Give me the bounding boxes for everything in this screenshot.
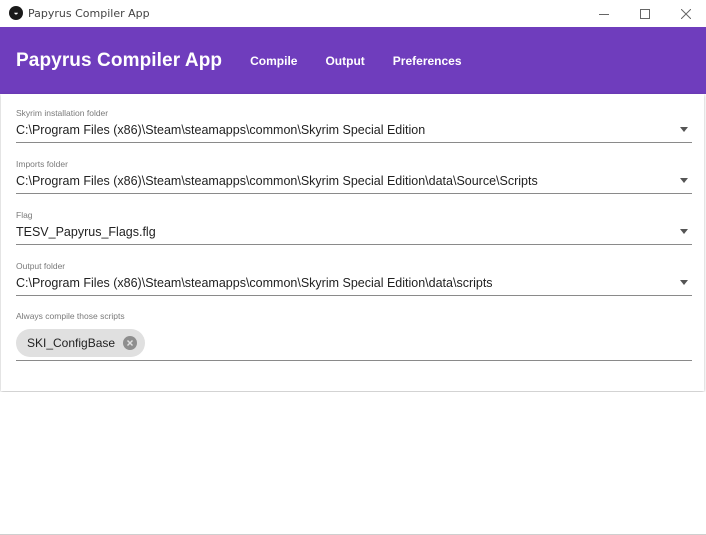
flag-select[interactable]: Flag TESV_Papyrus_Flags.flg	[16, 210, 692, 245]
imports-folder-label: Imports folder	[16, 159, 68, 169]
field-underline	[16, 244, 692, 245]
output-folder-label: Output folder	[16, 261, 66, 271]
nav-output[interactable]: Output	[325, 54, 364, 68]
skyrim-folder-select[interactable]: Skyrim installation folder C:\Program Fi…	[16, 108, 692, 143]
output-folder-select[interactable]: Output folder C:\Program Files (x86)\Ste…	[16, 261, 692, 296]
window-title: Papyrus Compiler App	[28, 7, 150, 20]
app-title: Papyrus Compiler App	[16, 49, 223, 71]
minimize-button[interactable]	[584, 0, 624, 27]
field-underline	[16, 142, 692, 143]
flag-value: TESV_Papyrus_Flags.flg	[16, 225, 156, 239]
window-titlebar: ◒ Papyrus Compiler App	[0, 0, 706, 27]
field-underline	[16, 295, 692, 296]
imports-folder-value: C:\Program Files (x86)\Steam\steamapps\c…	[16, 174, 538, 188]
cancel-circle-icon[interactable]	[123, 336, 138, 350]
dropdown-arrow-icon[interactable]	[680, 178, 688, 183]
flag-label: Flag	[16, 210, 33, 220]
skyrim-folder-value: C:\Program Files (x86)\Steam\steamapps\c…	[16, 123, 426, 137]
output-folder-value: C:\Program Files (x86)\Steam\steamapps\c…	[16, 276, 493, 290]
skyrim-folder-label: Skyrim installation folder	[16, 108, 109, 118]
app-bar: Papyrus Compiler App Compile Output Pref…	[0, 27, 706, 94]
close-button[interactable]	[666, 0, 706, 27]
empty-content-area	[0, 392, 706, 535]
always-compile-label: Always compile those scripts	[16, 311, 125, 321]
imports-folder-select[interactable]: Imports folder C:\Program Files (x86)\St…	[16, 159, 692, 194]
nav-preferences[interactable]: Preferences	[393, 54, 462, 68]
dropdown-arrow-icon[interactable]	[680, 280, 688, 285]
field-underline	[16, 193, 692, 194]
dropdown-arrow-icon[interactable]	[680, 127, 688, 132]
always-compile-chip-input[interactable]: Always compile those scripts SKI_ConfigB…	[16, 311, 692, 361]
nav-compile[interactable]: Compile	[250, 54, 297, 68]
maximize-icon	[640, 8, 650, 19]
nav-bar: Compile Output Preferences	[236, 54, 475, 68]
field-underline	[16, 360, 692, 361]
app-icon: ◒	[9, 6, 23, 20]
script-chip[interactable]: SKI_ConfigBase	[16, 329, 146, 357]
dropdown-arrow-icon[interactable]	[680, 229, 688, 234]
script-chip-label: SKI_ConfigBase	[27, 336, 116, 350]
maximize-button[interactable]	[625, 0, 665, 27]
preferences-card: Skyrim installation folder C:\Program Fi…	[1, 94, 704, 391]
close-icon	[681, 8, 691, 19]
minimize-icon	[599, 13, 609, 15]
